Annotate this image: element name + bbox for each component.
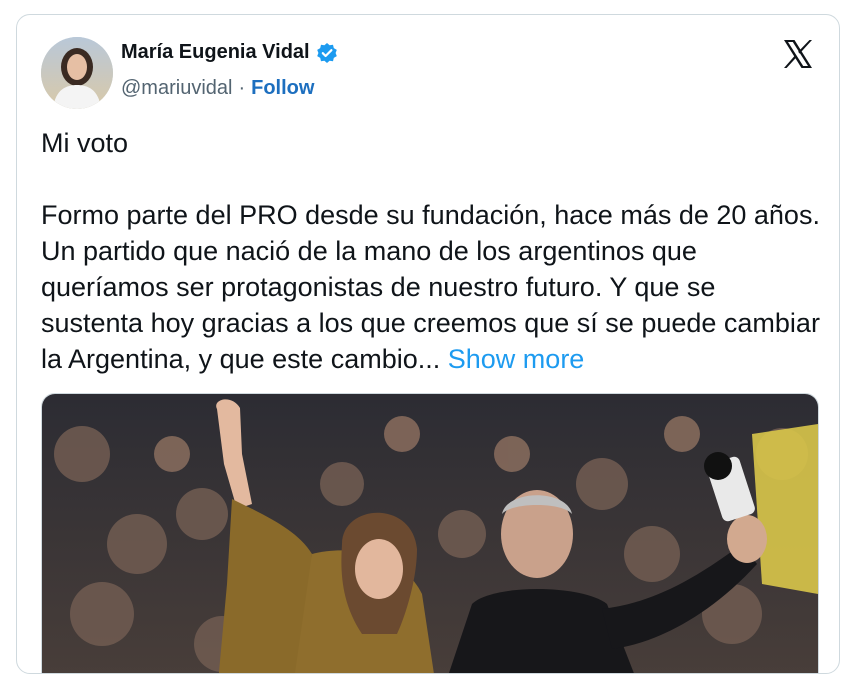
show-more-link[interactable]: Show more [448, 344, 585, 374]
x-logo-icon[interactable] [781, 37, 815, 71]
tweet-header: María Eugenia Vidal @mariuvidal · Follow [41, 37, 815, 109]
author-name[interactable]: María Eugenia Vidal [121, 41, 310, 64]
tweet-photo[interactable] [41, 393, 819, 673]
tweet-embed-card[interactable]: María Eugenia Vidal @mariuvidal · Follow… [16, 14, 840, 674]
author-row: María Eugenia Vidal [121, 41, 338, 64]
author-handle[interactable]: @mariuvidal [121, 77, 232, 100]
handle-row: @mariuvidal · Follow [121, 77, 314, 100]
separator-dot: · [238, 77, 246, 99]
tweet-title-line: Mi voto [41, 128, 129, 158]
verified-badge-icon [316, 42, 338, 64]
follow-button[interactable]: Follow [251, 77, 314, 100]
tweet-text: Mi voto Formo parte del PRO desde su fun… [41, 125, 821, 377]
avatar[interactable] [41, 37, 113, 109]
tweet-body: Formo parte del PRO desde su fundación, … [41, 200, 828, 374]
photo-rally-stage [42, 394, 818, 673]
